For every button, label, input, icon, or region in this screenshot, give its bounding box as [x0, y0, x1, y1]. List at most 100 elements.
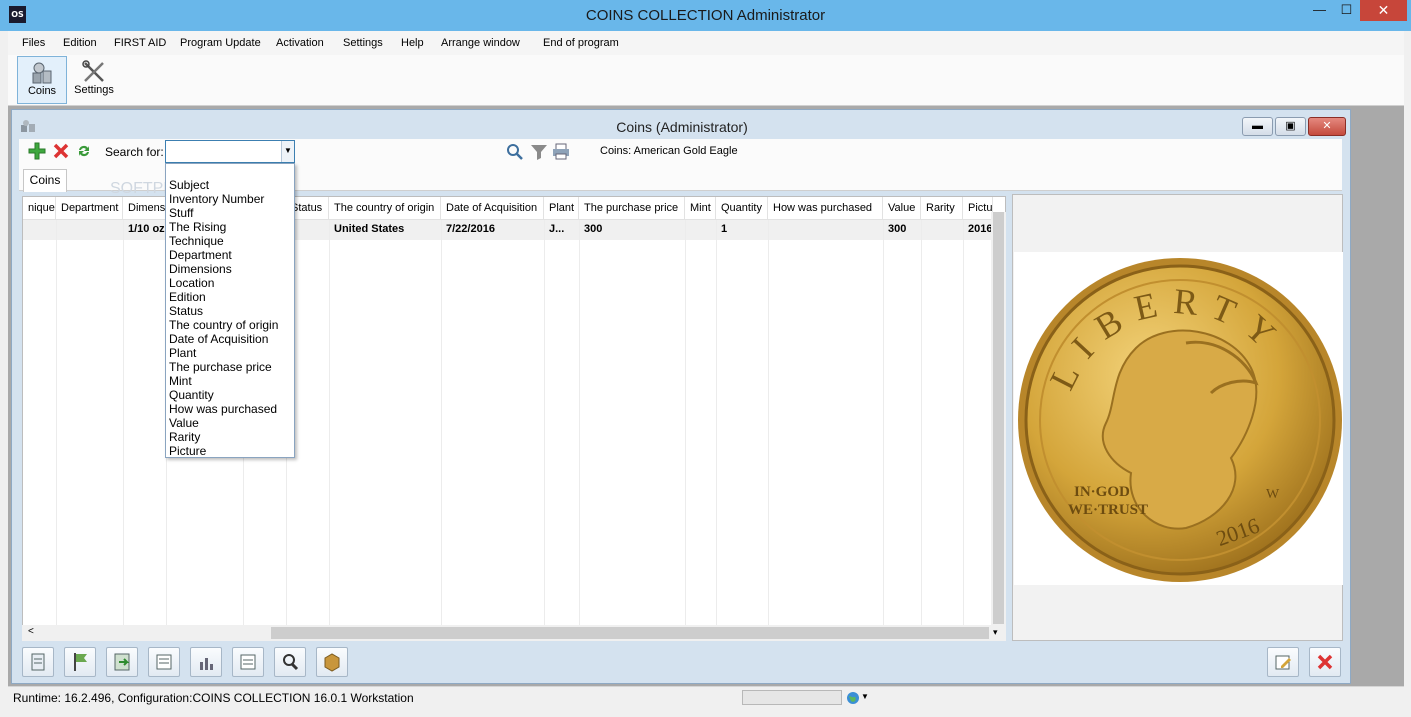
list-item[interactable]: Inventory Number — [169, 192, 264, 206]
export-button[interactable] — [106, 647, 138, 677]
coin-motto-2: WE·TRUST — [1068, 502, 1148, 518]
search-field-dropdown-list[interactable]: Subject Inventory Number Stuff The Risin… — [165, 163, 295, 458]
settings-tool-label: Settings — [74, 84, 114, 96]
edit-icon — [1275, 655, 1291, 670]
column-header[interactable]: How was purchased — [768, 197, 883, 220]
menu-activation[interactable]: Activation — [276, 37, 324, 49]
menu-edition[interactable]: Edition — [63, 37, 97, 49]
search-label: Search for: — [105, 145, 164, 159]
statistics-button[interactable] — [190, 647, 222, 677]
form-icon — [156, 654, 172, 670]
export-icon — [114, 653, 130, 671]
coin-mintmark: W — [1266, 487, 1280, 502]
list-item[interactable]: Plant — [169, 346, 196, 360]
list-item[interactable]: Location — [169, 276, 214, 290]
child-maximize-button[interactable]: ▣ — [1275, 117, 1306, 136]
column-header[interactable]: Pictu — [963, 197, 993, 220]
menu-arrange-window[interactable]: Arrange window — [441, 37, 520, 49]
menu-end-of-program[interactable]: End of program — [543, 37, 619, 49]
column-header[interactable]: Plant — [544, 197, 579, 220]
column-header[interactable]: Department — [56, 197, 123, 220]
window-title: COINS COLLECTION Administrator — [585, 7, 826, 24]
list-item[interactable]: The country of origin — [169, 318, 278, 332]
column-header[interactable]: Mint — [685, 197, 716, 220]
cell-country[interactable]: United States — [329, 220, 441, 240]
list-item[interactable]: Dimensions — [169, 262, 232, 276]
list-item[interactable]: Status — [169, 304, 203, 318]
add-icon[interactable] — [28, 142, 46, 160]
flag-icon — [74, 653, 87, 671]
list-item[interactable]: Stuff — [169, 206, 193, 220]
list-item[interactable]: Quantity — [169, 388, 214, 402]
maximize-button[interactable]: ☐ — [1333, 0, 1360, 21]
cell-picture[interactable]: 2016 — [963, 220, 993, 240]
list-item[interactable]: Edition — [169, 290, 206, 304]
list-item[interactable]: Date of Acquisition — [169, 332, 268, 346]
cell-purchase-price[interactable]: 300 — [579, 220, 685, 240]
list-item[interactable]: Rarity — [169, 430, 200, 444]
menu-program-update[interactable]: Program Update — [180, 37, 261, 49]
flag-button[interactable] — [64, 647, 96, 677]
list-item[interactable]: Subject — [169, 178, 209, 192]
column-header[interactable]: nique — [23, 197, 56, 220]
cancel-button[interactable] — [1309, 647, 1341, 677]
scroll-left-icon[interactable]: < — [28, 626, 34, 637]
column-header[interactable]: Dimensi — [123, 197, 166, 220]
bar-chart-icon — [200, 658, 213, 670]
search-field-select[interactable] — [165, 140, 295, 163]
mdi-scroll-strip — [1381, 106, 1404, 686]
horizontal-scroll-thumb[interactable] — [271, 627, 989, 639]
settings-tool-button[interactable]: Settings — [68, 56, 120, 104]
column-header[interactable]: Value — [883, 197, 921, 220]
column-header[interactable]: Quantity — [716, 197, 768, 220]
report-button[interactable] — [22, 647, 54, 677]
column-header[interactable]: The purchase price — [579, 197, 685, 220]
menu-help[interactable]: Help — [401, 37, 424, 49]
list-item[interactable]: Technique — [169, 234, 224, 248]
form-button[interactable] — [148, 647, 180, 677]
list-item[interactable]: The purchase price — [169, 360, 272, 374]
edit-button[interactable] — [1267, 647, 1299, 677]
cell-value[interactable]: 300 — [883, 220, 921, 240]
coin-motto-1: IN·GOD — [1074, 484, 1130, 500]
cell-plant[interactable]: J... — [544, 220, 579, 240]
list-item[interactable]: Picture — [169, 444, 206, 458]
search-field-dropdown-arrow[interactable]: ▼ — [281, 141, 294, 162]
close-button[interactable]: ✕ — [1360, 0, 1407, 21]
list-item[interactable]: The Rising — [169, 220, 226, 234]
child-minimize-button[interactable]: ▬ — [1242, 117, 1273, 136]
column-header[interactable]: Date of Acquisition — [441, 197, 544, 220]
coins-tool-button[interactable]: Coins — [17, 56, 67, 104]
column-header[interactable]: Rarity — [921, 197, 963, 220]
search-icon[interactable] — [506, 143, 523, 160]
find-button[interactable] — [274, 647, 306, 677]
globe-dropdown-icon[interactable]: ▼ — [861, 692, 869, 701]
list-item[interactable]: Department — [169, 248, 232, 262]
vertical-scroll-thumb[interactable] — [993, 212, 1004, 624]
delete-icon[interactable] — [52, 142, 70, 160]
list-item[interactable]: Mint — [169, 374, 192, 388]
menu-settings[interactable]: Settings — [343, 37, 383, 49]
child-close-button[interactable]: ✕ — [1308, 117, 1346, 136]
scroll-down-icon[interactable]: ▾ — [993, 627, 998, 638]
list-item[interactable]: How was purchased — [169, 402, 277, 416]
minimize-button[interactable]: — — [1306, 0, 1333, 21]
cell-quantity[interactable]: 1 — [716, 220, 768, 240]
column-header[interactable]: The country of origin — [329, 197, 441, 220]
cell-dimensions[interactable]: 1/10 oz — [123, 220, 166, 240]
tab-coins[interactable]: Coins — [23, 169, 67, 192]
filter-icon[interactable] — [530, 143, 548, 160]
list-item[interactable]: Value — [169, 416, 199, 430]
status-progress-bar — [742, 690, 842, 705]
menu-bar: Files Edition FIRST AID Program Update A… — [8, 31, 1404, 55]
globe-icon[interactable] — [846, 691, 860, 705]
list-icon — [240, 654, 256, 670]
menu-files[interactable]: Files — [22, 37, 45, 49]
print-icon[interactable] — [552, 143, 570, 160]
cell-date[interactable]: 7/22/2016 — [441, 220, 544, 240]
archive-button[interactable] — [316, 647, 348, 677]
coins-tool-label: Coins — [27, 85, 57, 97]
list-button[interactable] — [232, 647, 264, 677]
refresh-icon[interactable] — [76, 143, 92, 159]
menu-first-aid[interactable]: FIRST AID — [114, 37, 166, 49]
